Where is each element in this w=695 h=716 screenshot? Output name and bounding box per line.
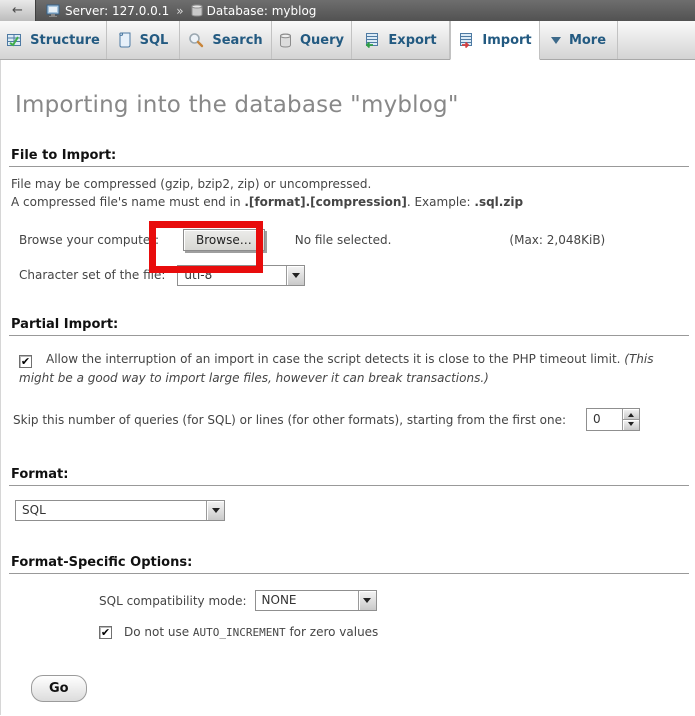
format-specific-options-heading: Format-Specific Options: bbox=[9, 555, 689, 574]
tab-query[interactable]: Query bbox=[272, 21, 352, 59]
auto-increment-checkbox[interactable]: ✔ bbox=[99, 626, 112, 639]
format-heading: Format: bbox=[9, 467, 689, 486]
allow-interruption-row: ✔ Allow the interruption of an import in … bbox=[19, 350, 691, 388]
tab-label: Structure bbox=[30, 33, 100, 48]
page-title: Importing into the database "myblog" bbox=[9, 60, 691, 118]
sql-compatibility-row: SQL compatibility mode: NONE bbox=[99, 590, 691, 611]
skip-queries-label: Skip this number of queries (for SQL) or… bbox=[13, 413, 566, 427]
tab-search[interactable]: Search bbox=[180, 21, 272, 59]
breadcrumb-server[interactable]: Server: 127.0.0.1 bbox=[46, 4, 169, 18]
skip-queries-stepper[interactable]: 0 bbox=[586, 408, 640, 431]
sql-compatibility-select[interactable]: NONE bbox=[255, 590, 377, 611]
dropdown-arrow-icon[interactable] bbox=[206, 501, 224, 520]
tab-structure[interactable]: Structure bbox=[0, 21, 107, 59]
allow-interruption-label: Allow the interruption of an import in c… bbox=[46, 352, 624, 366]
charset-select[interactable]: utf-8 bbox=[177, 265, 305, 286]
skip-queries-value: 0 bbox=[587, 409, 622, 430]
format-selected-value: SQL bbox=[16, 501, 52, 520]
dropdown-arrow-icon[interactable] bbox=[286, 266, 304, 285]
sql-zip-example: .sql.zip bbox=[474, 195, 523, 209]
charset-label: Character set of the file: bbox=[19, 268, 165, 282]
tab-label: Query bbox=[300, 33, 344, 48]
import-icon bbox=[458, 32, 474, 48]
breadcrumb: Server: 127.0.0.1 » Database: myblog bbox=[46, 4, 316, 18]
chevron-down-icon bbox=[551, 37, 561, 49]
tab-import[interactable]: Import bbox=[450, 21, 540, 60]
tab-label: Search bbox=[212, 33, 262, 48]
charset-selected-value: utf-8 bbox=[178, 266, 218, 285]
stepper-down-button[interactable] bbox=[623, 419, 639, 430]
format-compression-token: .[format].[compression] bbox=[244, 195, 406, 209]
compression-note: File may be compressed (gzip, bzip2, zip… bbox=[11, 175, 691, 211]
file-to-import-heading: File to Import: bbox=[9, 148, 689, 167]
stepper-up-button[interactable] bbox=[623, 409, 639, 419]
tab-bar: Structure SQL Search Query Export Import… bbox=[0, 21, 695, 60]
tab-label: Import bbox=[482, 33, 531, 48]
allow-interruption-checkbox[interactable]: ✔ bbox=[19, 355, 32, 368]
main-content: Importing into the database "myblog" Fil… bbox=[0, 60, 695, 715]
file-upload-row: Browse your computer: Browse… No file se… bbox=[19, 227, 691, 253]
tab-label: SQL bbox=[140, 33, 169, 48]
no-file-selected-text: No file selected. bbox=[295, 233, 392, 247]
charset-row: Character set of the file: utf-8 bbox=[19, 263, 691, 287]
dropdown-arrow-icon[interactable] bbox=[358, 591, 376, 610]
sql-compatibility-value: NONE bbox=[256, 591, 303, 610]
export-icon bbox=[364, 32, 380, 48]
tab-export[interactable]: Export bbox=[352, 21, 450, 59]
back-button[interactable]: ← bbox=[0, 0, 36, 21]
search-icon bbox=[188, 32, 204, 48]
checkmark-icon: ✔ bbox=[101, 627, 110, 638]
max-size-note: (Max: 2,048KiB) bbox=[509, 233, 605, 247]
structure-icon bbox=[6, 32, 22, 48]
auto-increment-label: Do not use AUTO_INCREMENT for zero value… bbox=[124, 625, 378, 639]
tab-label: More bbox=[569, 33, 606, 48]
browse-label: Browse your computer: bbox=[19, 233, 159, 247]
auto-increment-row: ✔ Do not use AUTO_INCREMENT for zero val… bbox=[99, 625, 691, 639]
browse-button[interactable]: Browse… bbox=[183, 229, 265, 251]
compression-line1: File may be compressed (gzip, bzip2, zip… bbox=[11, 175, 691, 193]
tabbar-filler bbox=[618, 21, 695, 59]
tab-sql[interactable]: SQL bbox=[107, 21, 180, 59]
partial-import-heading: Partial Import: bbox=[9, 317, 689, 336]
tab-label: Export bbox=[388, 33, 436, 48]
query-icon bbox=[279, 33, 292, 48]
breadcrumb-separator: » bbox=[176, 4, 183, 18]
checkmark-icon: ✔ bbox=[21, 356, 30, 367]
breadcrumb-bar: ← Server: 127.0.0.1 » Database: myblog bbox=[0, 0, 695, 21]
breadcrumb-server-label: Server: 127.0.0.1 bbox=[65, 4, 169, 18]
go-button[interactable]: Go bbox=[31, 675, 87, 702]
skip-queries-row: Skip this number of queries (for SQL) or… bbox=[13, 408, 691, 431]
sql-compatibility-label: SQL compatibility mode: bbox=[99, 594, 247, 608]
back-arrow-icon: ← bbox=[12, 3, 23, 18]
tab-more[interactable]: More bbox=[540, 21, 618, 59]
breadcrumb-database-label: Database: myblog bbox=[207, 4, 317, 18]
breadcrumb-database[interactable]: Database: myblog bbox=[191, 4, 317, 18]
format-select[interactable]: SQL bbox=[15, 500, 225, 521]
compression-line2: A compressed file's name must end in .[f… bbox=[11, 193, 691, 211]
server-icon bbox=[46, 4, 61, 17]
auto-increment-code: AUTO_INCREMENT bbox=[193, 626, 286, 639]
sql-icon bbox=[118, 32, 132, 48]
database-icon bbox=[191, 4, 203, 17]
